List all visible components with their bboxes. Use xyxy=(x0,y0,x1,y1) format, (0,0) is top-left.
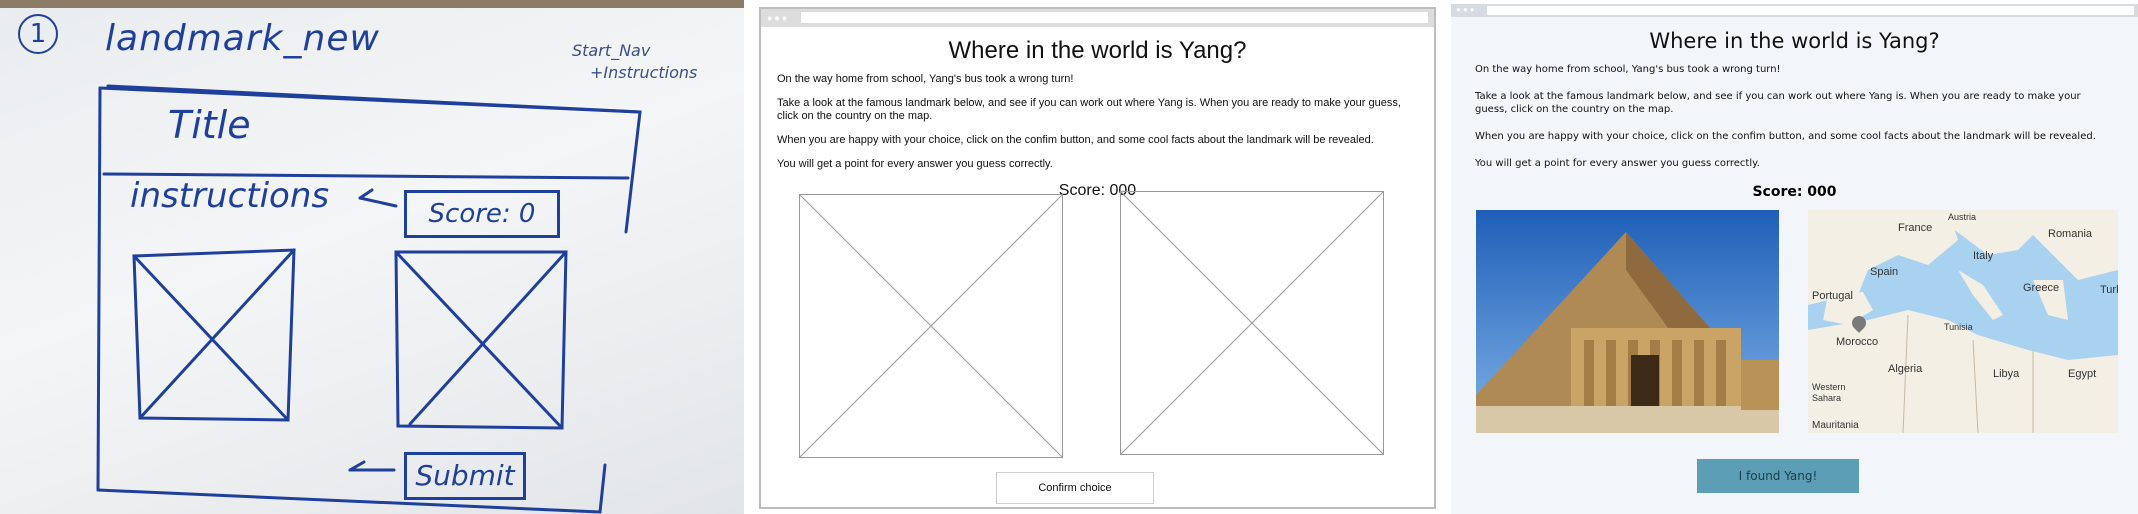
step-number: 1 xyxy=(18,14,58,54)
country-map[interactable]: Austria France Romania Italy Spain Greec… xyxy=(1808,210,2118,433)
map-label-austria: Austria xyxy=(1948,212,1977,222)
placeholder-cross-icon xyxy=(799,194,1063,458)
sketch-heading: landmark_new xyxy=(105,18,380,59)
map-label-turkey: Turk xyxy=(2100,284,2118,296)
sketch-title: Title xyxy=(168,103,251,147)
map-label-libya: Libya xyxy=(1993,368,2020,380)
window-dots-icon: ●●● xyxy=(1456,5,1477,14)
map-label-western: Western xyxy=(1812,382,1846,392)
map-label-italy: Italy xyxy=(1973,250,1994,262)
landmark-photo xyxy=(1476,210,1779,433)
intro-text: On the way home from school, Yang's bus … xyxy=(1475,64,1781,75)
wireframe-window: ●●● Where in the world is Yang? On the w… xyxy=(759,7,1436,509)
note-line-2: +Instructions xyxy=(590,63,698,82)
page-title: Where in the world is Yang? xyxy=(948,37,1247,64)
instructions-text: Take a look at the famous landmark below… xyxy=(1475,91,2081,115)
points-text: You will get a point for every answer yo… xyxy=(777,158,1053,170)
pyramid-image xyxy=(1476,210,1779,433)
map-label-algeria: Algeria xyxy=(1888,363,1923,375)
points-text: You will get a point for every answer yo… xyxy=(1475,158,1760,169)
confirm-choice-button[interactable]: Confirm choice xyxy=(996,472,1154,504)
placeholder-cross-icon xyxy=(1120,191,1384,455)
address-bar[interactable] xyxy=(1487,6,2134,15)
map-label-sahara: Sahara xyxy=(1812,393,1842,403)
map-label-egypt: Egypt xyxy=(2068,368,2097,380)
confirm-text: When you are happy with your choice, cli… xyxy=(1475,131,2096,142)
sketch-instructions: instructions xyxy=(130,176,330,216)
intro-text: On the way home from school, Yang's bus … xyxy=(777,73,1074,85)
page-title: Where in the world is Yang? xyxy=(1649,29,1940,53)
map-label-morocco: Morocco xyxy=(1836,336,1879,348)
paper-sketch: 1 landmark_new Start_Nav +Instructions T… xyxy=(0,0,744,514)
browser-chrome: ●●● xyxy=(761,9,1434,27)
score-display: Score: 000 xyxy=(1752,184,1837,200)
map-label-romania: Romania xyxy=(2048,228,2093,240)
instructions-text: Take a look at the famous landmark below… xyxy=(777,97,1401,122)
confirm-text: When you are happy with your choice, cli… xyxy=(777,134,1374,146)
window-dots-icon: ●●● xyxy=(767,13,790,23)
map-label-tunisia: Tunisia xyxy=(1944,322,1973,332)
landmark-image-placeholder xyxy=(799,194,1063,458)
browser-chrome: ●●● xyxy=(1451,4,2138,17)
note-line-1: Start_Nav xyxy=(572,41,651,60)
final-design-window: ●●● Where in the world is Yang? On the w… xyxy=(1451,4,2138,514)
wireframe-content: Where in the world is Yang? On the way h… xyxy=(761,37,1434,200)
address-bar[interactable] xyxy=(801,12,1428,23)
map-placeholder[interactable] xyxy=(1120,191,1384,455)
map-label-greece: Greece xyxy=(2023,282,2060,294)
map-label-spain: Spain xyxy=(1870,266,1899,278)
sketch-score-box: Score: 0 xyxy=(404,190,560,238)
map-label-france: France xyxy=(1898,222,1933,234)
sketch-note: Start_Nav +Instructions xyxy=(572,40,697,84)
found-yang-button[interactable]: I found Yang! xyxy=(1697,459,1859,493)
map-label-mauritania: Mauritania xyxy=(1812,420,1859,431)
sketch-submit-button: Submit xyxy=(404,452,526,500)
map-label-portugal: Portugal xyxy=(1812,290,1853,302)
